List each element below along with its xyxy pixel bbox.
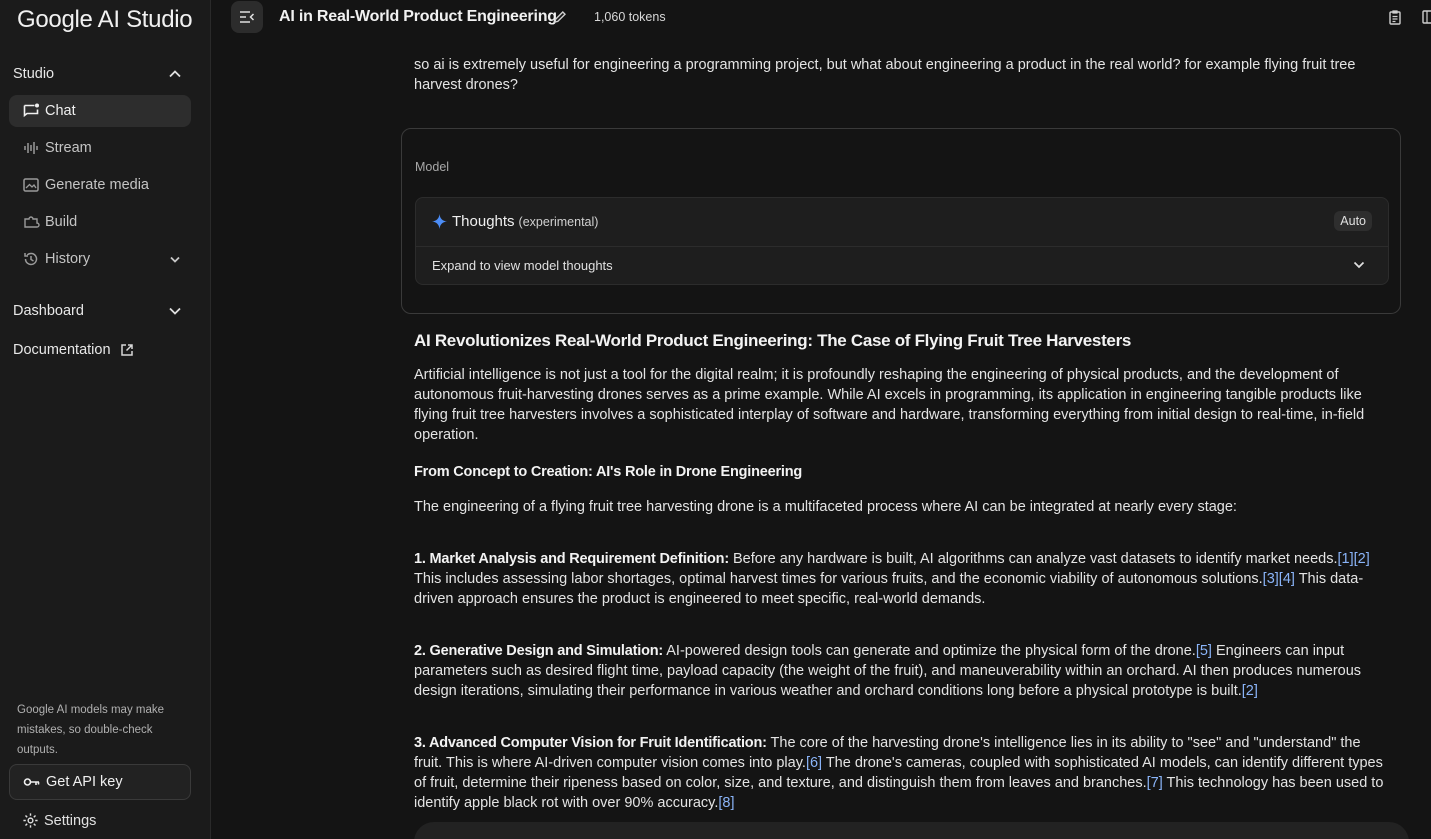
point-1: 1. Market Analysis and Requirement Defin… (414, 549, 1392, 609)
dashboard-section-toggle[interactable]: Dashboard (13, 303, 182, 319)
model-response-card: Model Thoughts (experimental) Auto Expan… (401, 128, 1401, 314)
sidebar-item-label: Generate media (45, 177, 149, 193)
expand-thoughts-label[interactable]: Expand to view model thoughts (432, 258, 613, 273)
thoughts-header: Thoughts (experimental) (432, 213, 598, 230)
history-icon (22, 250, 40, 268)
panel-icon[interactable] (1422, 9, 1431, 30)
thoughts-title: Thoughts (452, 213, 515, 230)
response-subheading: From Concept to Creation: AI's Role in D… (414, 464, 803, 480)
citation-link[interactable]: [5] (1196, 643, 1212, 659)
citation-link[interactable]: [2] (1354, 551, 1370, 567)
point-3: 3. Advanced Computer Vision for Fruit Id… (414, 733, 1392, 813)
citation-link[interactable]: [4] (1279, 571, 1295, 587)
point-title: 3. Advanced Computer Vision for Fruit Id… (414, 735, 767, 751)
clipboard-icon[interactable] (1387, 9, 1403, 30)
disclaimer-text: Google AI models may make mistakes, so d… (17, 704, 165, 756)
point-title: 1. Market Analysis and Requirement Defin… (414, 551, 729, 567)
token-count: 1,060 tokens (594, 10, 666, 24)
main-panel: AI in Real-World Product Engineering 1,0… (211, 0, 1431, 839)
point-2: 2. Generative Design and Simulation: AI-… (414, 641, 1392, 701)
sparkle-icon (432, 214, 447, 229)
citation-link[interactable]: [2] (1242, 683, 1258, 699)
documentation-label: Documentation (13, 342, 111, 358)
stream-icon (22, 139, 40, 157)
app-root: Google AI Studio Studio Chat Stream Gene… (0, 0, 1431, 839)
citation-link[interactable]: [6] (806, 755, 822, 771)
response-heading: AI Revolutionizes Real-World Product Eng… (414, 331, 1132, 350)
documentation-link[interactable]: Documentation (13, 342, 134, 358)
gear-icon (22, 812, 39, 829)
settings-button[interactable]: Settings (22, 812, 96, 829)
thoughts-mode-badge[interactable]: Auto (1334, 211, 1372, 231)
thoughts-tag: (experimental) (518, 214, 599, 229)
app-logo[interactable]: Google AI Studio (17, 6, 193, 34)
point-text: AI-powered design tools can generate and… (663, 643, 1196, 659)
chevron-down-icon[interactable] (1352, 258, 1366, 277)
sidebar-item-label: Build (45, 214, 78, 230)
citation-link[interactable]: [7] (1147, 775, 1163, 791)
prompt-input-bar[interactable] (414, 822, 1409, 839)
studio-label: Studio (13, 66, 55, 82)
generate-media-icon (22, 176, 40, 194)
citation-link[interactable]: [3] (1263, 571, 1279, 587)
sidebar-item-label: Stream (45, 140, 92, 156)
sidebar-toggle-icon (239, 10, 255, 24)
point-text: Before any hardware is built, AI algorit… (728, 551, 1338, 567)
settings-label: Settings (44, 812, 97, 829)
sidebar-toggle-button[interactable] (231, 1, 263, 33)
sidebar-item-generate-media[interactable]: Generate media (9, 169, 191, 201)
citation-link[interactable]: [8] (718, 795, 734, 811)
studio-section-toggle[interactable]: Studio (13, 66, 182, 82)
api-key-label: Get API key (46, 774, 123, 790)
sidebar-item-history[interactable]: History (9, 243, 191, 275)
model-label: Model (415, 160, 450, 174)
thoughts-panel[interactable]: Thoughts (experimental) Auto Expand to v… (415, 197, 1389, 285)
citation-link[interactable]: [1] (1337, 551, 1353, 567)
user-message: so ai is extremely useful for engineerin… (414, 57, 1356, 93)
point-title: 2. Generative Design and Simulation: (414, 643, 664, 659)
build-icon (22, 213, 40, 231)
divider (416, 246, 1388, 247)
sidebar: Google AI Studio Studio Chat Stream Gene… (0, 0, 211, 839)
key-icon (23, 775, 41, 789)
page-title: AI in Real-World Product Engineering (279, 8, 557, 25)
get-api-key-button[interactable]: Get API key (9, 764, 191, 800)
chat-icon (22, 102, 40, 120)
top-bar: AI in Real-World Product Engineering 1,0… (211, 0, 1431, 36)
sidebar-item-label: Chat (45, 103, 76, 119)
chevron-up-icon (168, 67, 182, 81)
response-intro: Artificial intelligence is not just a to… (414, 367, 1365, 443)
point-text: This includes assessing labor shortages,… (414, 571, 1263, 587)
chevron-down-icon (168, 304, 182, 318)
chevron-down-icon (168, 252, 182, 266)
response-lead: The engineering of a flying fruit tree h… (414, 499, 1237, 515)
sidebar-item-label: History (45, 251, 91, 267)
sidebar-item-stream[interactable]: Stream (9, 132, 191, 164)
external-link-icon (120, 343, 134, 357)
dashboard-label: Dashboard (13, 303, 84, 319)
pencil-icon[interactable] (552, 9, 568, 30)
sidebar-item-build[interactable]: Build (9, 206, 191, 238)
sidebar-item-chat[interactable]: Chat (9, 95, 191, 127)
